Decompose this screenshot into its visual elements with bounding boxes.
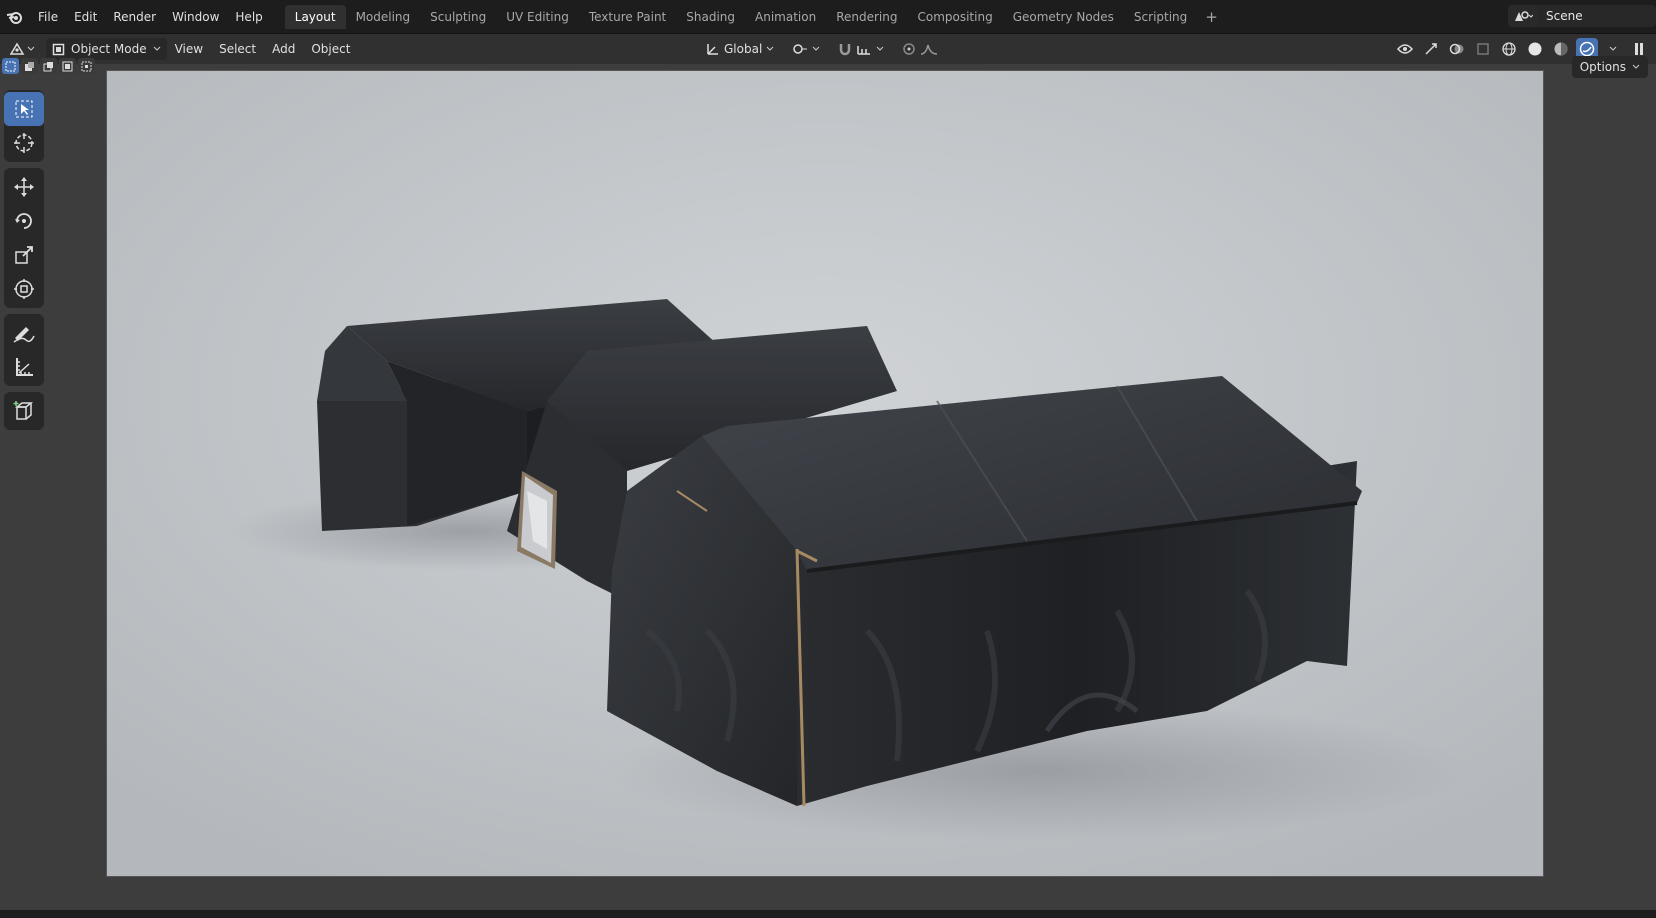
material-shading-icon[interactable] (1550, 38, 1572, 60)
orientation-label: Global (724, 42, 763, 56)
orientation-icon (707, 44, 718, 55)
tab-geometry-nodes[interactable]: Geometry Nodes (1003, 5, 1124, 29)
select-intersect-icon[interactable] (78, 58, 95, 74)
chevron-down-icon (766, 46, 774, 51)
snap-increment-icon (857, 46, 871, 55)
rotate-icon (15, 213, 32, 229)
scale-tool[interactable] (4, 238, 44, 272)
add-cube-icon (13, 401, 34, 420)
editor-type-button[interactable] (4, 38, 40, 60)
add-cube-tool[interactable] (4, 394, 44, 428)
menu-object[interactable]: Object (303, 42, 358, 56)
visibility-icon[interactable] (1394, 38, 1416, 60)
scene-icon[interactable] (1508, 5, 1538, 27)
falloff-icon (921, 44, 938, 55)
options-dropdown[interactable]: Options (1571, 56, 1648, 78)
object-mode-label: Object Mode (71, 42, 147, 56)
xray-icon[interactable] (1472, 38, 1494, 60)
wireframe-shading-icon[interactable] (1498, 38, 1520, 60)
transform-tool[interactable] (4, 272, 44, 306)
transform-icon (14, 279, 34, 299)
menu-render[interactable]: Render (105, 0, 164, 34)
chevron-down-icon (1632, 64, 1640, 69)
selection-mode-buttons (2, 58, 95, 74)
snap-toggle[interactable] (832, 38, 890, 60)
menu-add[interactable]: Add (264, 42, 303, 56)
menu-help[interactable]: Help (227, 0, 270, 34)
tab-modeling[interactable]: Modeling (346, 5, 421, 29)
transform-tools: Global (700, 38, 944, 60)
options-label: Options (1579, 60, 1626, 74)
measure-tool[interactable] (4, 350, 44, 384)
tab-layout[interactable]: Layout (284, 4, 346, 29)
viewport-header: Object Mode View Select Add Object Globa… (0, 34, 1656, 64)
select-box-tool[interactable] (4, 92, 44, 126)
tool-shelf (4, 90, 44, 436)
select-box-icon (15, 100, 33, 118)
orientation-dropdown[interactable]: Global (700, 38, 780, 60)
scale-icon (15, 246, 33, 264)
pivot-icon (793, 44, 808, 54)
topbar: File Edit Render Window Help Layout Mode… (0, 0, 1656, 34)
scene-selector: Scene (1508, 5, 1656, 27)
solid-shading-icon[interactable] (1524, 38, 1546, 60)
select-new-icon[interactable] (2, 58, 19, 74)
tab-rendering[interactable]: Rendering (826, 5, 907, 29)
main-menu: File Edit Render Window Help (30, 0, 271, 34)
tool-group-select (4, 90, 44, 162)
annotate-icon (13, 327, 35, 343)
proportional-edit-icon (903, 43, 916, 55)
add-workspace-icon[interactable]: + (1197, 8, 1226, 26)
workspace-tabs: Layout Modeling Sculpting UV Editing Tex… (284, 0, 1226, 34)
move-tool[interactable] (4, 170, 44, 204)
status-bar (0, 910, 1656, 918)
menu-view[interactable]: View (167, 42, 211, 56)
pivot-dropdown[interactable] (786, 38, 826, 60)
tab-animation[interactable]: Animation (745, 5, 826, 29)
object-mode-icon (52, 43, 65, 55)
gizmo-icon[interactable] (1420, 38, 1442, 60)
select-subtract-icon[interactable] (40, 58, 57, 74)
measure-icon (16, 358, 33, 376)
cursor-tool[interactable] (4, 126, 44, 160)
tab-sculpting[interactable]: Sculpting (420, 5, 496, 29)
tab-texture-paint[interactable]: Texture Paint (579, 5, 676, 29)
overlays-icon[interactable] (1446, 38, 1468, 60)
tool-group-add (4, 392, 44, 430)
cursor-icon (14, 133, 34, 153)
tab-shading[interactable]: Shading (676, 5, 745, 29)
chevron-down-icon (27, 46, 35, 51)
menu-select[interactable]: Select (211, 42, 264, 56)
proportional-edit-toggle[interactable] (896, 38, 944, 60)
chevron-down-icon (153, 46, 160, 51)
object-mode-dropdown[interactable]: Object Mode (46, 38, 167, 60)
tool-group-transform (4, 168, 44, 308)
tab-uv-editing[interactable]: UV Editing (496, 5, 579, 29)
tab-scripting[interactable]: Scripting (1124, 5, 1197, 29)
view3d-icon (9, 42, 25, 55)
move-icon (14, 177, 34, 197)
rendered-scene (107, 71, 1543, 876)
menu-file[interactable]: File (30, 0, 66, 34)
select-extend-icon[interactable] (21, 58, 38, 74)
magnet-icon (840, 44, 851, 56)
rotate-tool[interactable] (4, 204, 44, 238)
scene-name-field[interactable]: Scene (1538, 5, 1656, 27)
tab-compositing[interactable]: Compositing (907, 5, 1002, 29)
3d-viewport[interactable] (106, 70, 1544, 877)
chevron-down-icon (876, 46, 884, 51)
annotate-tool[interactable] (4, 316, 44, 350)
tool-group-annotate (4, 314, 44, 386)
menu-edit[interactable]: Edit (66, 0, 105, 34)
menu-window[interactable]: Window (164, 0, 227, 34)
chevron-down-icon (812, 46, 820, 51)
blender-logo-icon[interactable] (0, 0, 30, 34)
select-invert-icon[interactable] (59, 58, 76, 74)
